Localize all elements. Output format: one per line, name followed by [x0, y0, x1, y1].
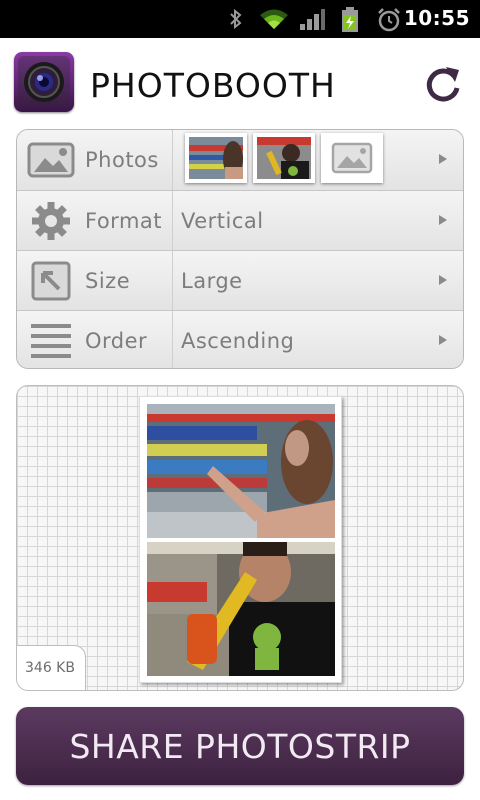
format-value: Vertical: [181, 209, 264, 233]
photos-label: Photos: [85, 148, 159, 172]
photostrip-photo: [147, 542, 335, 676]
page-title: PHOTOBOOTH: [90, 66, 336, 105]
photostrip-photo: [147, 404, 335, 538]
format-row[interactable]: Format Vertical: [17, 190, 463, 250]
image-icon: [27, 142, 75, 178]
chevron-right-icon: [439, 335, 447, 345]
refresh-icon[interactable]: [424, 64, 464, 104]
order-row[interactable]: Order Ascending: [17, 310, 463, 368]
order-value: Ascending: [181, 329, 295, 353]
add-photo-slot[interactable]: [321, 133, 383, 183]
row-label-cell: Format: [17, 191, 173, 250]
photostrip[interactable]: [139, 396, 342, 683]
row-label-cell: Order: [17, 311, 173, 368]
camera-lens-icon: [14, 52, 74, 112]
alarm-icon: [378, 8, 400, 32]
wifi-icon: [260, 9, 288, 29]
file-size-text: 346 KB: [25, 660, 75, 676]
chevron-right-icon: [439, 215, 447, 225]
clock-time: 10:55: [403, 6, 470, 30]
size-value: Large: [181, 269, 243, 293]
row-label-cell: Photos: [17, 130, 173, 190]
photos-row[interactable]: Photos: [17, 130, 463, 190]
order-label: Order: [85, 329, 148, 353]
share-button-label: SHARE PHOTOSTRIP: [69, 727, 411, 766]
file-size-badge: 346 KB: [17, 645, 86, 690]
chevron-right-icon: [439, 275, 447, 285]
image-placeholder-icon: [331, 142, 373, 174]
size-row[interactable]: Size Large: [17, 250, 463, 310]
photo-thumbnail[interactable]: [253, 133, 315, 183]
chevron-right-icon: [439, 154, 447, 164]
photo-thumbnail[interactable]: [185, 133, 247, 183]
photo-thumbnail-image: [189, 137, 243, 179]
gear-icon: [32, 202, 70, 240]
size-label: Size: [85, 269, 131, 293]
share-photostrip-button[interactable]: SHARE PHOTOSTRIP: [16, 707, 464, 785]
settings-panel: Photos Format Vertical Size Large Order …: [16, 129, 464, 369]
resize-icon: [31, 261, 71, 301]
row-label-cell: Size: [17, 251, 173, 310]
photo-thumbnail-image: [257, 137, 311, 179]
format-label: Format: [85, 209, 163, 233]
signal-icon: [300, 9, 325, 30]
list-icon: [31, 324, 71, 358]
photostrip-preview: 346 KB: [16, 385, 464, 691]
bluetooth-icon: [230, 8, 242, 30]
battery-charging-icon: [342, 7, 358, 32]
status-bar: 10:55: [0, 0, 480, 38]
